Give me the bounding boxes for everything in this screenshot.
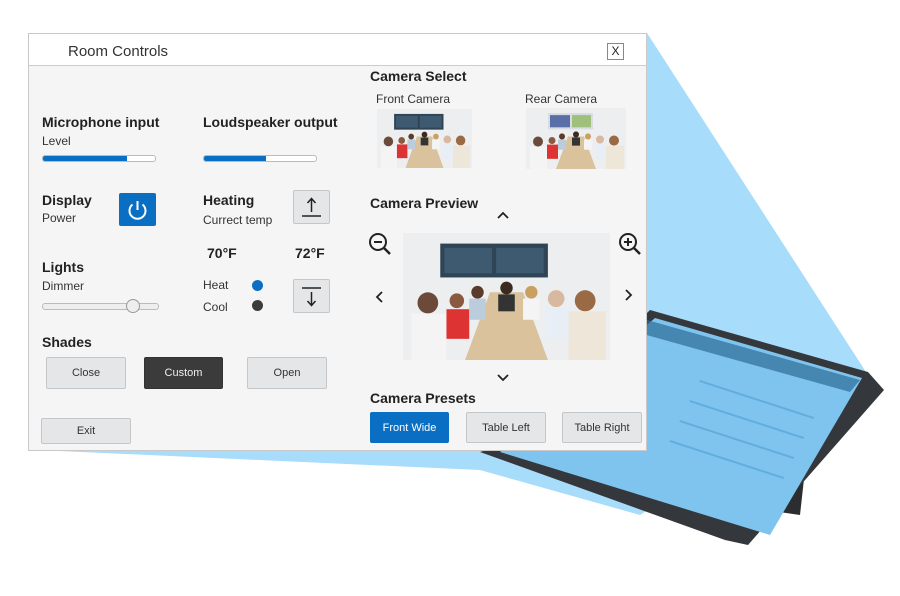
shades-custom-button[interactable]: Custom (144, 357, 223, 389)
power-icon (128, 201, 147, 220)
zoom-in-icon[interactable] (618, 232, 642, 256)
current-temp-label: Currect temp (203, 213, 273, 227)
rear-camera-label: Rear Camera (525, 92, 598, 106)
camera-preview-heading: Camera Preview (370, 195, 479, 211)
close-button[interactable]: X (607, 43, 624, 60)
zoom-out-icon[interactable] (368, 232, 392, 256)
pan-left-chevron-icon[interactable] (374, 290, 384, 304)
display-heading: Display (42, 192, 92, 208)
camera-preview-image (403, 233, 610, 360)
shades-close-button[interactable]: Close (46, 357, 126, 389)
room-controls-window: Room Controls X Microphone input Level L… (28, 33, 647, 451)
rear-camera-thumbnail[interactable] (526, 108, 626, 169)
preset-table-right-button[interactable]: Table Right (562, 412, 642, 443)
temp-down-button[interactable] (293, 279, 330, 313)
dimmer-slider-thumb[interactable] (125, 299, 140, 313)
dimmer-slider[interactable] (42, 299, 159, 313)
arrow-up-icon (302, 197, 321, 217)
microphone-level-bar[interactable] (42, 155, 156, 162)
temp-up-button[interactable] (293, 190, 330, 224)
dimmer-label: Dimmer (42, 279, 84, 293)
exit-button[interactable]: Exit (41, 418, 131, 444)
cool-indicator[interactable] (252, 300, 263, 311)
microphone-level-label: Level (42, 134, 71, 148)
loudspeaker-heading: Loudspeaker output (203, 114, 338, 130)
title-bar: Room Controls X (29, 34, 646, 66)
preset-table-left-button[interactable]: Table Left (466, 412, 546, 443)
tilt-up-chevron-icon[interactable] (496, 210, 510, 220)
microphone-heading: Microphone input (42, 114, 160, 130)
display-power-label: Power (42, 211, 77, 225)
front-camera-label: Front Camera (376, 92, 451, 106)
window-title: Room Controls (68, 43, 169, 60)
camera-presets-heading: Camera Presets (370, 390, 476, 406)
heating-heading: Heating (203, 192, 255, 208)
display-power-button[interactable] (119, 193, 156, 226)
front-camera-thumbnail[interactable] (377, 109, 472, 168)
shades-open-button[interactable]: Open (247, 357, 327, 389)
loudspeaker-level-bar[interactable] (203, 155, 317, 162)
heat-indicator[interactable] (252, 280, 263, 291)
preset-front-wide-button[interactable]: Front Wide (370, 412, 449, 443)
set-temp-value: 72°F (295, 245, 325, 261)
current-temp-value: 70°F (207, 245, 237, 261)
pan-right-chevron-icon[interactable] (624, 288, 634, 302)
cool-label: Cool (203, 300, 228, 314)
shades-heading: Shades (42, 334, 92, 350)
camera-select-heading: Camera Select (370, 68, 467, 84)
lights-heading: Lights (42, 259, 84, 275)
heat-label: Heat (203, 278, 229, 292)
tilt-down-chevron-icon[interactable] (496, 373, 510, 383)
arrow-down-icon (302, 287, 321, 307)
